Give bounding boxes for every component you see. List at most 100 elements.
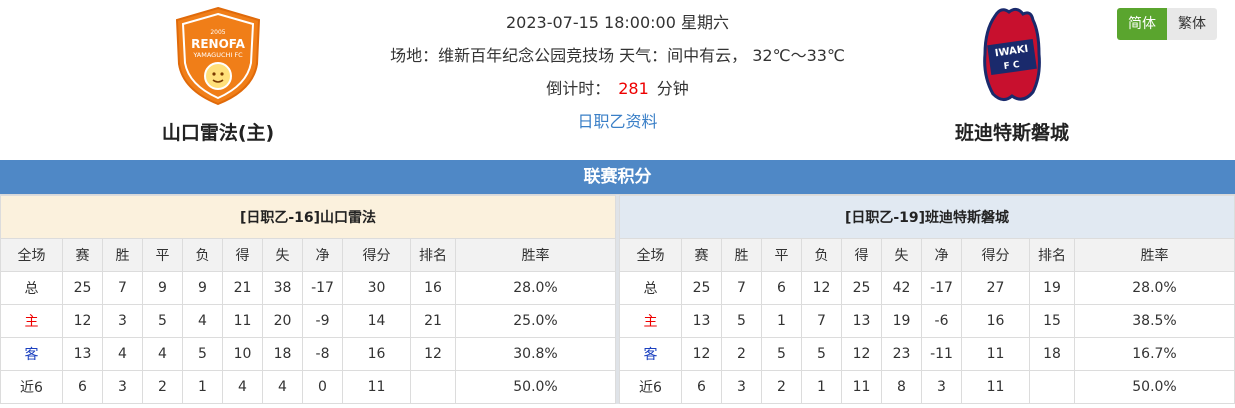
- standings-tables: [日职乙-16]山口雷法 全场 赛 胜 平 负 得 失 净 得分 排名 胜率 总…: [0, 194, 1235, 404]
- row-label: 主: [619, 304, 682, 338]
- table-cell: 30: [342, 271, 411, 305]
- league-info-link[interactable]: 日职乙资料: [577, 112, 657, 131]
- table-cell: 25.0%: [455, 304, 616, 338]
- table-cell: 1: [801, 370, 842, 404]
- table-cell: 9: [142, 271, 183, 305]
- iwaki-logo-icon: IWAKI F C: [983, 7, 1041, 101]
- table-cell: 7: [102, 271, 143, 305]
- table-cell: 12: [681, 337, 722, 371]
- table-cell: 50.0%: [455, 370, 616, 404]
- table-row: 总 25 7 9 9 21 38 -17 30 16 28.0%: [0, 271, 616, 305]
- table-cell: 16: [410, 271, 456, 305]
- table-cell: 16.7%: [1074, 337, 1235, 371]
- table-cell: 0: [302, 370, 343, 404]
- away-table-body: 总 25 7 6 12 25 42 -17 27 19 28.0% 主 13 5 1 7 13 19 -6 16 15 3…: [619, 271, 1235, 404]
- column-header: 平: [142, 238, 183, 272]
- table-cell: 6: [681, 370, 722, 404]
- column-header: 得分: [961, 238, 1030, 272]
- table-cell: 25: [681, 271, 722, 305]
- away-table-caption: [日职乙-19]班迪特斯磐城: [619, 195, 1235, 239]
- table-cell: 5: [761, 337, 802, 371]
- table-cell: 3: [102, 370, 143, 404]
- table-cell: 6: [761, 271, 802, 305]
- table-cell: 30.8%: [455, 337, 616, 371]
- table-cell: 4: [142, 337, 183, 371]
- column-header: 全场: [0, 238, 63, 272]
- column-header: 赛: [681, 238, 722, 272]
- table-cell: 11: [961, 370, 1030, 404]
- table-cell: -17: [921, 271, 962, 305]
- table-row: 主 13 5 1 7 13 19 -6 16 15 38.5%: [619, 304, 1235, 338]
- table-cell: 5: [801, 337, 842, 371]
- table-cell: 1: [761, 304, 802, 338]
- table-header-row: 全场 赛 胜 平 负 得 失 净 得分 排名 胜率: [0, 238, 616, 272]
- table-cell: 12: [410, 337, 456, 371]
- table-cell: 3: [921, 370, 962, 404]
- column-header: 负: [801, 238, 842, 272]
- table-cell: 2: [761, 370, 802, 404]
- table-cell: 5: [182, 337, 223, 371]
- column-header: 胜率: [455, 238, 616, 272]
- table-cell: 4: [222, 370, 263, 404]
- column-header: 排名: [1029, 238, 1075, 272]
- column-header: 平: [761, 238, 802, 272]
- away-team: IWAKI F C 班迪特斯磐城: [912, 6, 1112, 145]
- home-standings-panel: [日职乙-16]山口雷法 全场 赛 胜 平 负 得 失 净 得分 排名 胜率 总…: [0, 195, 619, 404]
- row-label: 近6: [619, 370, 682, 404]
- table-cell: 7: [801, 304, 842, 338]
- table-cell: 12: [801, 271, 842, 305]
- table-cell: 12: [62, 304, 103, 338]
- match-header: 2005 RENOFA YAMAGUCHI FC 山口雷法(主) 2023-07…: [0, 0, 1235, 160]
- row-label: 客: [619, 337, 682, 371]
- table-cell: 18: [1029, 337, 1075, 371]
- away-standings-panel: [日职乙-19]班迪特斯磐城 全场 赛 胜 平 负 得 失 净 得分 排名 胜率…: [619, 195, 1235, 404]
- table-row: 近6 6 3 2 1 4 4 0 11 50.0%: [0, 370, 616, 404]
- traditional-chinese-button[interactable]: 繁体: [1167, 8, 1217, 40]
- table-cell: 16: [342, 337, 411, 371]
- table-cell: 28.0%: [455, 271, 616, 305]
- table-cell: 3: [102, 304, 143, 338]
- table-row: 主 12 3 5 4 11 20 -9 14 21 25.0%: [0, 304, 616, 338]
- column-header: 负: [182, 238, 223, 272]
- table-cell: 7: [721, 271, 762, 305]
- table-cell: 8: [881, 370, 922, 404]
- table-cell: 11: [841, 370, 882, 404]
- countdown-value: 281: [618, 79, 649, 98]
- table-cell: -17: [302, 271, 343, 305]
- table-cell: 5: [721, 304, 762, 338]
- table-cell: 25: [62, 271, 103, 305]
- table-cell: 4: [102, 337, 143, 371]
- column-header: 得: [841, 238, 882, 272]
- home-table-body: 总 25 7 9 9 21 38 -17 30 16 28.0% 主 12 3 5 4 11 20 -9 14 21 25…: [0, 271, 616, 404]
- column-header: 得: [222, 238, 263, 272]
- table-cell: 25: [841, 271, 882, 305]
- table-cell: -8: [302, 337, 343, 371]
- column-header: 排名: [410, 238, 456, 272]
- table-cell: 50.0%: [1074, 370, 1235, 404]
- column-header: 胜率: [1074, 238, 1235, 272]
- table-cell: 10: [222, 337, 263, 371]
- table-cell: 18: [262, 337, 303, 371]
- language-switch: 简体 繁体: [1117, 8, 1217, 40]
- table-cell: 21: [410, 304, 456, 338]
- home-standings-table: [日职乙-16]山口雷法 全场 赛 胜 平 负 得 失 净 得分 排名 胜率 总…: [0, 195, 616, 404]
- table-cell: 11: [342, 370, 411, 404]
- table-row: 客 12 2 5 5 12 23 -11 11 18 16.7%: [619, 337, 1235, 371]
- table-cell: 38: [262, 271, 303, 305]
- countdown-unit: 分钟: [656, 79, 689, 98]
- simplified-chinese-button[interactable]: 简体: [1117, 8, 1167, 40]
- table-cell: -9: [302, 304, 343, 338]
- column-header: 胜: [721, 238, 762, 272]
- table-cell: 28.0%: [1074, 271, 1235, 305]
- table-row: 近6 6 3 2 1 11 8 3 11 50.0%: [619, 370, 1235, 404]
- row-label: 客: [0, 337, 63, 371]
- column-header: 赛: [62, 238, 103, 272]
- table-cell: 12: [841, 337, 882, 371]
- table-cell: [1029, 370, 1075, 404]
- table-cell: 5: [142, 304, 183, 338]
- table-cell: 1: [182, 370, 223, 404]
- column-header: 全场: [619, 238, 682, 272]
- table-cell: 11: [961, 337, 1030, 371]
- table-row: 总 25 7 6 12 25 42 -17 27 19 28.0%: [619, 271, 1235, 305]
- table-cell: 21: [222, 271, 263, 305]
